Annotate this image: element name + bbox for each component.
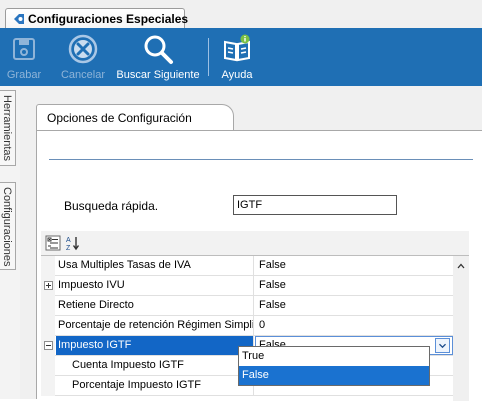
main-content: Opciones de Configuración Busqueda rápid…	[20, 86, 482, 401]
quick-search-label: Busqueda rápida.	[64, 199, 159, 213]
value-dropdown-list: True False	[238, 346, 430, 386]
property-value[interactable]: False	[259, 276, 286, 295]
alphabetical-sort-icon[interactable]: A Z	[65, 235, 81, 251]
find-next-button[interactable]: Buscar Siguiente	[113, 28, 203, 86]
row-gutter	[41, 336, 55, 356]
dropdown-option-true[interactable]: True	[239, 347, 429, 366]
svg-text:A: A	[66, 237, 71, 244]
row-gutter	[41, 256, 55, 276]
tab-label: Opciones de Configuración	[47, 111, 192, 125]
property-value[interactable]: 0	[259, 316, 265, 335]
save-icon	[13, 38, 35, 60]
search-icon	[144, 35, 173, 64]
chevron-down-icon[interactable]	[435, 338, 450, 353]
property-name: Cuenta Impuesto IGTF	[56, 356, 254, 375]
row-gutter	[41, 376, 55, 396]
config-tab-icon	[14, 14, 24, 24]
collapse-minus-icon[interactable]	[44, 341, 53, 350]
help-button[interactable]: Ayuda	[216, 28, 258, 86]
tab-label: Configuraciones Especiales	[28, 12, 189, 26]
side-tab-strip: Herramientas Configuraciones	[0, 86, 20, 399]
property-name: Impuesto IVU	[56, 276, 254, 295]
find-next-button-label: Buscar Siguiente	[116, 69, 200, 81]
side-tab-configuraciones[interactable]: Configuraciones	[0, 182, 16, 270]
help-button-label: Ayuda	[221, 69, 253, 81]
property-name: Porcentaje de retención Régimen Simplifi…	[56, 316, 254, 335]
property-value[interactable]: False	[259, 296, 286, 315]
property-row[interactable]: Impuesto IVU False	[41, 276, 453, 296]
property-row[interactable]: Retiene Directo False	[41, 296, 453, 316]
divider	[49, 159, 473, 160]
side-tab-herramientas[interactable]: Herramientas	[0, 90, 16, 166]
property-name: Porcentaje Impuesto IGTF	[56, 376, 254, 395]
row-gutter	[41, 356, 55, 376]
svg-text:Z: Z	[66, 245, 71, 251]
vertical-scrollbar[interactable]	[453, 256, 469, 401]
document-tab-strip: Configuraciones Especiales	[0, 0, 482, 28]
scroll-up-arrow-icon[interactable]	[457, 263, 465, 269]
dropdown-option-false[interactable]: False	[239, 366, 429, 385]
side-tab-label: Herramientas	[1, 95, 13, 162]
cancel-button-label: Cancelar	[60, 69, 106, 81]
tab-opciones-configuracion[interactable]: Opciones de Configuración	[36, 104, 234, 130]
row-gutter	[41, 316, 55, 336]
toolbar-separator	[208, 38, 209, 76]
row-gutter	[41, 276, 55, 296]
save-button-label: Grabar	[6, 69, 42, 81]
save-button[interactable]: Grabar	[6, 28, 42, 86]
categorized-view-icon[interactable]	[45, 235, 61, 251]
property-name: Retiene Directo	[56, 296, 254, 315]
property-grid-toolbar: A Z	[41, 231, 469, 255]
property-value[interactable]: False	[259, 256, 286, 275]
help-book-icon	[224, 34, 250, 62]
property-name: Usa Multiples Tasas de IVA	[56, 256, 254, 275]
property-name: Impuesto IGTF	[56, 336, 254, 355]
cancel-icon	[68, 34, 98, 64]
main-toolbar: Grabar Cancelar Buscar Siguiente Ayuda	[0, 28, 482, 86]
row-gutter	[41, 296, 55, 316]
property-row[interactable]: Usa Multiples Tasas de IVA False	[41, 256, 453, 276]
quick-search-input[interactable]: IGTF	[233, 195, 397, 215]
side-tab-label: Configuraciones	[1, 187, 13, 267]
expand-plus-icon[interactable]	[44, 281, 53, 290]
cancel-button[interactable]: Cancelar	[58, 28, 108, 86]
property-row[interactable]: Porcentaje de retención Régimen Simplifi…	[41, 316, 453, 336]
tab-configuraciones-especiales[interactable]: Configuraciones Especiales	[5, 8, 189, 28]
